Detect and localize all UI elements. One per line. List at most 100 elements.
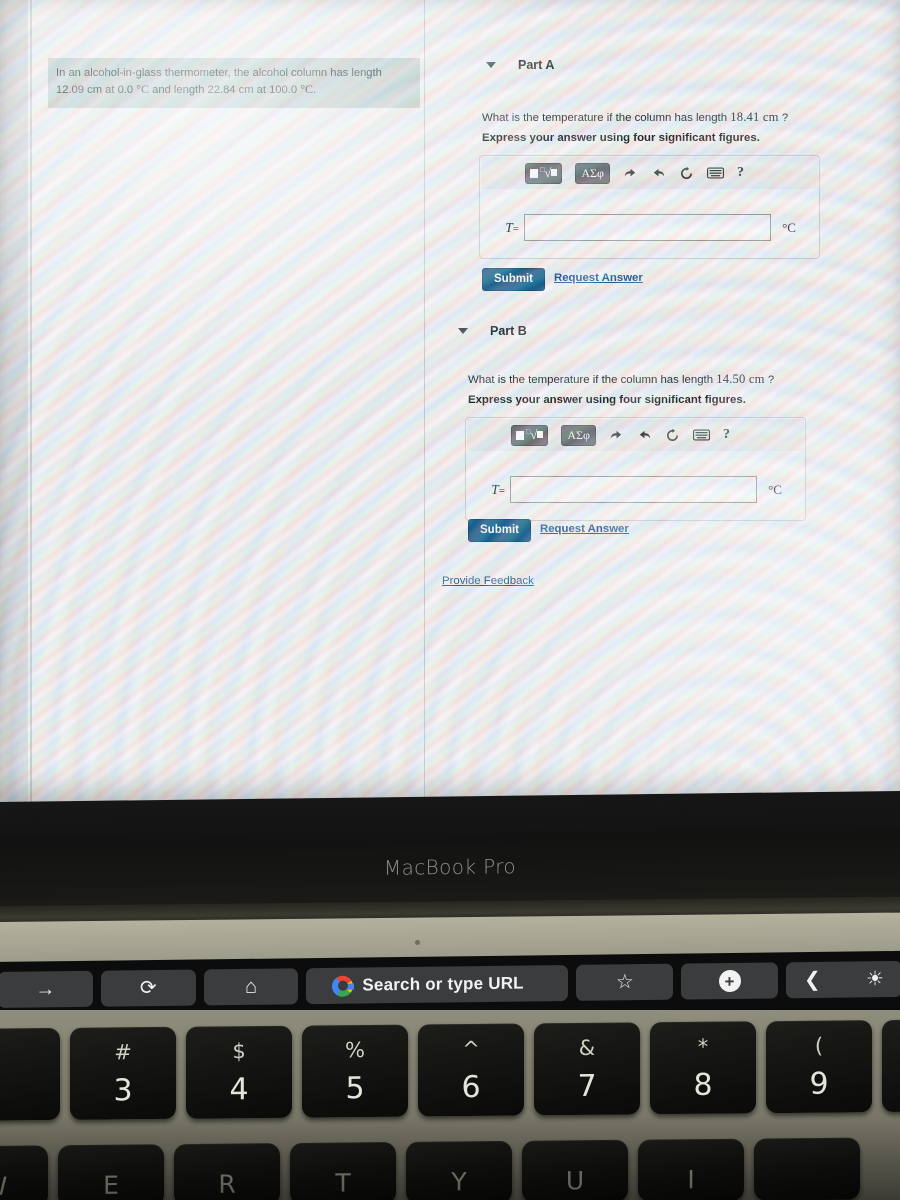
key-3[interactable]: # 3	[70, 1026, 176, 1120]
problem-unit-1: °C	[136, 81, 150, 96]
key-top-legend: #	[114, 1040, 132, 1065]
radical-icon: □√	[526, 428, 544, 441]
help-button[interactable]: ?	[723, 427, 730, 443]
key-top-legend: $	[232, 1039, 246, 1064]
touchbar-reload-button[interactable]: ⟳	[100, 969, 196, 1007]
problem-line-1: In an alcohol-in-glass thermometer, the …	[56, 67, 382, 79]
key-bottom-legend: U	[565, 1166, 585, 1196]
part-a-answer-label: T=	[480, 220, 524, 236]
touchbar-search-field[interactable]: Search or type URL	[306, 964, 569, 1005]
key-bottom-legend: E	[103, 1170, 119, 1200]
key-top-legend: *	[697, 1034, 709, 1059]
touchbar-new-tab-button[interactable]: +	[681, 962, 778, 1000]
part-a-title: Part A	[518, 58, 555, 72]
key-w[interactable]: W	[0, 1145, 48, 1200]
key-bottom-legend: 6	[461, 1069, 481, 1106]
back-chevron-icon[interactable]: ❮	[804, 969, 821, 991]
collapse-caret-icon[interactable]	[486, 62, 496, 68]
reload-icon: ⟳	[139, 977, 157, 1000]
collapse-caret-icon[interactable]	[458, 328, 468, 334]
part-b-toolbar: □√ ΑΣφ ?	[467, 419, 804, 451]
touch-bar: → ⟳ ⌂ Search or type URL ☆ + ❮ ☀	[0, 950, 900, 1018]
key-6[interactable]: ^ 6	[418, 1023, 524, 1117]
key-top-legend	[0, 1041, 60, 1042]
touchbar-forward-button[interactable]: →	[0, 970, 93, 1008]
key-5[interactable]: % 5	[302, 1024, 408, 1118]
part-a-request-answer-link[interactable]: Request Answer	[554, 272, 643, 284]
part-a-answer-row: T= °C	[480, 214, 819, 241]
provide-feedback-link[interactable]: Provide Feedback	[442, 575, 534, 587]
part-b-title: Part B	[490, 324, 527, 338]
math-template-button[interactable]: □√	[511, 424, 549, 446]
part-a-equals: =	[512, 222, 519, 235]
new-tab-icon: +	[718, 969, 741, 993]
key-bottom-legend: 8	[693, 1067, 713, 1103]
key-e[interactable]: E	[58, 1144, 164, 1200]
key-bottom-legend: 3	[113, 1073, 133, 1109]
key-o[interactable]	[754, 1137, 860, 1200]
touchbar-system-controls[interactable]: ❮ ☀	[785, 960, 900, 999]
help-button[interactable]: ?	[737, 165, 744, 181]
part-a-answer-input[interactable]	[524, 214, 771, 241]
arrow-right-icon: →	[35, 978, 56, 1001]
key-7[interactable]: & 7	[534, 1022, 640, 1116]
part-a-question-prefix: What is the temperature if the column ha…	[482, 112, 731, 124]
undo-icon[interactable]	[609, 428, 624, 443]
redo-icon[interactable]	[637, 428, 652, 443]
brightness-icon[interactable]: ☀	[866, 968, 884, 990]
part-a-question-value: 18.41 cm	[730, 110, 779, 124]
key-bottom-legend: I	[687, 1165, 695, 1195]
keyboard-icon[interactable]	[692, 429, 710, 441]
keyboard-number-row: # 3 $ 4 % 5 ^ 6 & 7 * 8 ( 9	[0, 1019, 900, 1121]
undo-icon[interactable]	[623, 166, 638, 181]
key-u[interactable]: U	[522, 1139, 628, 1200]
problem-line-2b: and length 22.84 cm at 100.0	[149, 83, 301, 96]
key-top-legend: (	[814, 1033, 824, 1058]
key-2[interactable]	[0, 1027, 60, 1121]
key-0[interactable]	[882, 1019, 900, 1113]
part-b-answer-row: T= °C	[466, 476, 805, 503]
problem-line-2a: 12.09 cm at 0.0	[56, 83, 137, 96]
key-i[interactable]: I	[638, 1138, 744, 1200]
greek-symbols-button[interactable]: ΑΣφ	[575, 162, 610, 184]
math-template-button[interactable]: □√	[525, 162, 563, 184]
key-9[interactable]: ( 9	[766, 1020, 872, 1114]
key-bottom-legend: W	[0, 1171, 8, 1200]
part-b-question: What is the temperature if the column ha…	[468, 372, 774, 387]
problem-statement: In an alcohol-in-glass thermometer, the …	[48, 58, 420, 108]
touchbar-bookmark-button[interactable]: ☆	[576, 963, 674, 1001]
part-b-instruction: Express your answer using four significa…	[468, 394, 746, 406]
touchbar-search-label: Search or type URL	[362, 973, 524, 995]
google-icon	[332, 975, 354, 997]
touchbar-home-button[interactable]: ⌂	[203, 968, 299, 1006]
keyboard-icon[interactable]	[706, 167, 724, 179]
part-b-submit-button[interactable]: Submit	[468, 519, 531, 542]
home-icon: ⌂	[244, 975, 258, 998]
part-b-answer-input[interactable]	[510, 476, 757, 503]
part-b-question-suffix: ?	[764, 374, 775, 386]
part-b-header[interactable]: Part B	[458, 324, 527, 338]
part-b-equals: =	[498, 484, 505, 497]
part-a-instruction: Express your answer using four significa…	[482, 132, 760, 144]
reset-icon[interactable]	[665, 428, 680, 443]
part-b-request-answer-link[interactable]: Request Answer	[540, 523, 629, 535]
part-a-submit-button[interactable]: Submit	[482, 268, 545, 291]
part-a-header[interactable]: Part A	[486, 58, 554, 72]
part-b-answer-card: □√ ΑΣφ ? T= °C	[465, 417, 806, 521]
page-left-gutter	[0, 0, 30, 812]
greek-symbols-button[interactable]: ΑΣφ	[561, 424, 596, 446]
key-t[interactable]: T	[290, 1142, 396, 1200]
reset-icon[interactable]	[679, 166, 694, 181]
math-box-icon	[530, 168, 538, 178]
key-4[interactable]: $ 4	[186, 1025, 292, 1119]
key-bottom-legend: Y	[451, 1167, 467, 1197]
part-a-question-suffix: ?	[778, 112, 789, 124]
part-a-question: What is the temperature if the column ha…	[482, 110, 788, 125]
key-top-legend: %	[345, 1038, 365, 1063]
key-y[interactable]: Y	[406, 1140, 512, 1200]
key-bottom-legend: 4	[229, 1072, 249, 1108]
screenshot-root: In an alcohol-in-glass thermometer, the …	[0, 0, 900, 1200]
redo-icon[interactable]	[651, 166, 666, 181]
key-r[interactable]: R	[174, 1143, 280, 1200]
key-8[interactable]: * 8	[650, 1021, 756, 1115]
